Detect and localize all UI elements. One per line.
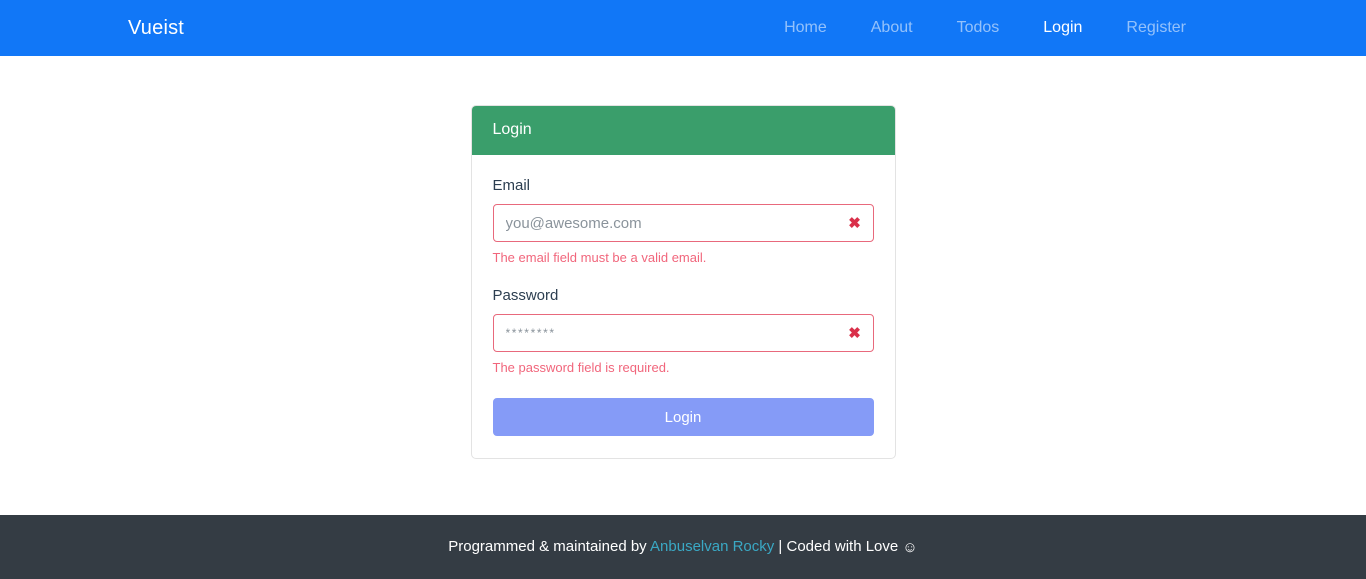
email-label: Email (492, 177, 531, 194)
navbar-brand[interactable]: Vueist (128, 18, 184, 38)
footer: Programmed & maintained by Anbuselvan Ro… (0, 515, 1366, 579)
email-error-message: The email field must be a valid email. (492, 250, 707, 265)
login-form: Email ✖ The email field must be a valid … (472, 155, 895, 458)
nav-link-home[interactable]: Home (762, 12, 849, 44)
navbar-links: Home About Todos Login Register (762, 12, 1208, 44)
login-submit-button[interactable]: Login (492, 398, 874, 436)
nav-link-login[interactable]: Login (1021, 12, 1104, 44)
nav-link-about[interactable]: About (849, 12, 935, 44)
main-content: Login Email ✖ The email field must be a … (0, 56, 1366, 515)
login-card: Login Email ✖ The email field must be a … (470, 105, 896, 459)
password-field-group: Password ✖ The password field is require… (492, 287, 874, 376)
login-card-header: Login (471, 106, 895, 155)
email-input-wrap: ✖ (492, 204, 874, 242)
page-root: Vueist Home About Todos Login Register L… (0, 0, 1366, 579)
password-input[interactable] (492, 314, 874, 352)
nav-link-todos[interactable]: Todos (935, 12, 1022, 44)
password-error-message: The password field is required. (492, 360, 670, 375)
email-input[interactable] (492, 204, 874, 242)
footer-author-link[interactable]: Anbuselvan Rocky (650, 538, 774, 555)
password-label: Password (492, 287, 559, 304)
footer-suffix: | Coded with Love (774, 538, 903, 555)
navbar: Vueist Home About Todos Login Register (0, 0, 1366, 56)
login-card-title: Login (492, 121, 532, 138)
password-input-wrap: ✖ (492, 314, 874, 352)
smiley-face-icon: ☺ (902, 539, 918, 556)
email-field-group: Email ✖ The email field must be a valid … (492, 177, 874, 266)
footer-credit: Programmed & maintained by Anbuselvan Ro… (448, 538, 917, 556)
nav-link-register[interactable]: Register (1104, 12, 1208, 44)
footer-prefix: Programmed & maintained by (448, 538, 651, 555)
